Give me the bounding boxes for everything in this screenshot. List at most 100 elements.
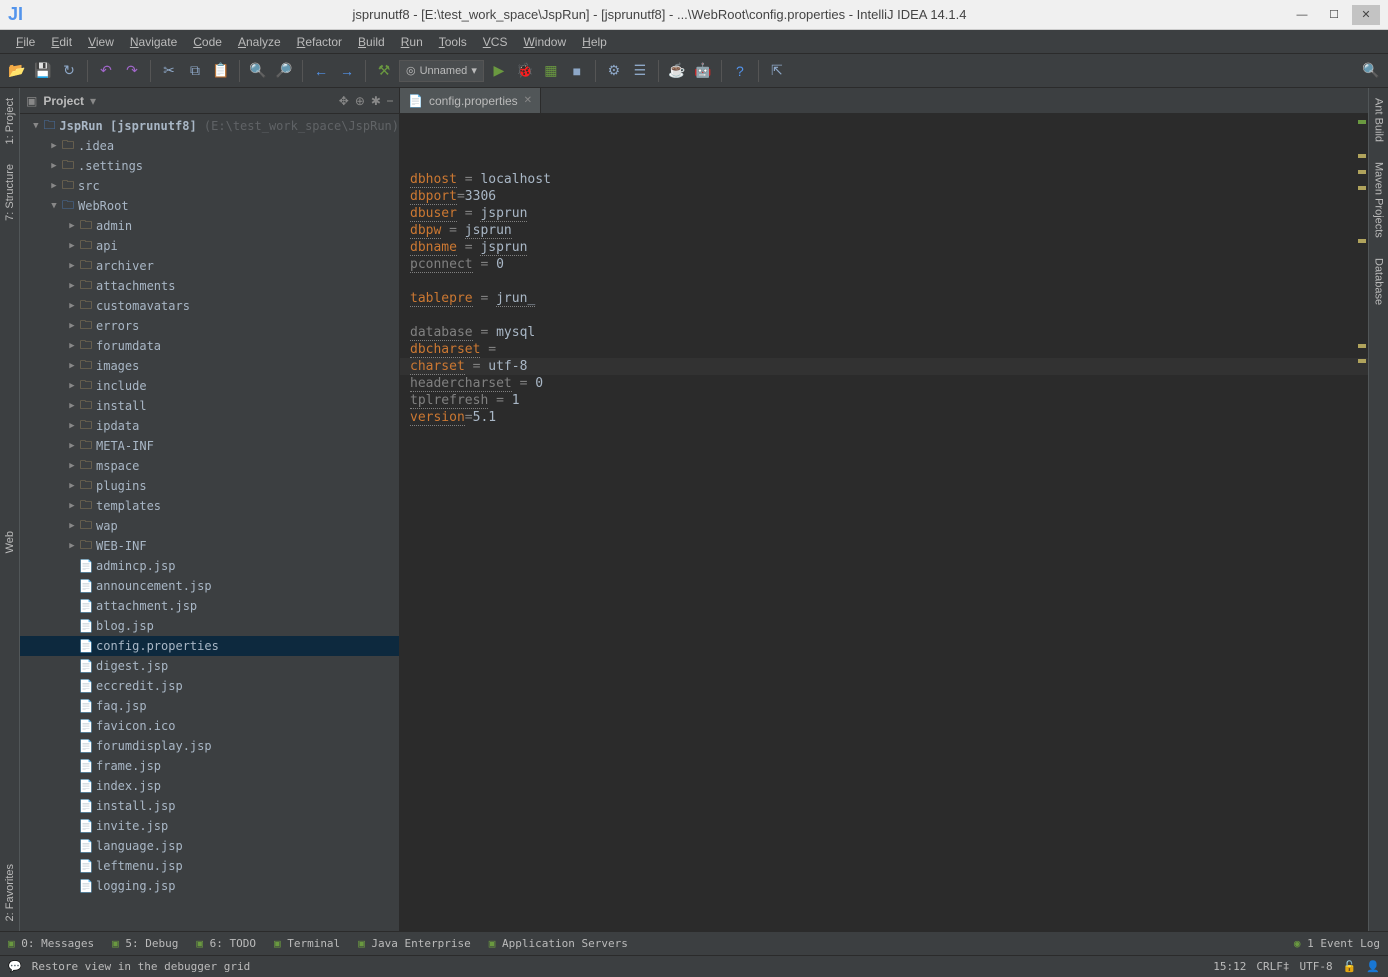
tree-item-META-INF[interactable]: ▶🗀META-INF [20,436,399,456]
tree-item-plugins[interactable]: ▶🗀plugins [20,476,399,496]
tree-file-admincp-jsp[interactable]: 📄admincp.jsp [20,556,399,576]
tree-file-index-jsp[interactable]: 📄index.jsp [20,776,399,796]
menu-vcs[interactable]: VCS [475,33,516,51]
tree-file-faq-jsp[interactable]: 📄faq.jsp [20,696,399,716]
gear-icon[interactable]: ✱ [371,94,381,108]
tree-file-favicon-ico[interactable]: 📄favicon.ico [20,716,399,736]
bottom-tab-terminal[interactable]: ▣ Terminal [274,937,340,950]
tree-file-language-jsp[interactable]: 📄language.jsp [20,836,399,856]
stop-icon[interactable]: ■ [566,60,588,82]
gutter-tab--project[interactable]: 1: Project [2,88,18,154]
menu-run[interactable]: Run [393,33,431,51]
project-structure-icon[interactable]: ☰ [629,60,651,82]
debug-icon[interactable]: 🐞 [514,60,536,82]
menu-view[interactable]: View [80,33,122,51]
redo-icon[interactable]: ↷ [121,60,143,82]
menu-help[interactable]: Help [574,33,615,51]
tree-item-ipdata[interactable]: ▶🗀ipdata [20,416,399,436]
menu-analyze[interactable]: Analyze [230,33,289,51]
tree-file-logging-jsp[interactable]: 📄logging.jsp [20,876,399,896]
minimize-button[interactable]: — [1288,5,1316,25]
tree-item-mspace[interactable]: ▶🗀mspace [20,456,399,476]
bottom-tab-5-debug[interactable]: ▣ 5: Debug [112,937,178,950]
tree-root[interactable]: ▼🗀JspRun [jsprunutf8] (E:\test_work_spac… [20,116,399,136]
menu-build[interactable]: Build [350,33,393,51]
tree-item-customavatars[interactable]: ▶🗀customavatars [20,296,399,316]
run-config-dropdown[interactable]: ◎ Unnamed ▾ [399,60,484,82]
menu-navigate[interactable]: Navigate [122,33,185,51]
menu-edit[interactable]: Edit [43,33,80,51]
tree-item-.settings[interactable]: ▶🗀.settings [20,156,399,176]
gutter-tab-web[interactable]: Web [2,521,18,563]
tree-item-images[interactable]: ▶🗀images [20,356,399,376]
open-icon[interactable]: 📂 [6,60,28,82]
collapse-icon[interactable]: ✥ [339,94,349,108]
coverage-icon[interactable]: ▦ [540,60,562,82]
tree-file-install-jsp[interactable]: 📄install.jsp [20,796,399,816]
tree-file-announcement-jsp[interactable]: 📄announcement.jsp [20,576,399,596]
gutter-tab--structure[interactable]: 7: Structure [2,154,18,231]
help-icon[interactable]: ? [729,60,751,82]
run-icon[interactable]: ▶ [488,60,510,82]
tree-file-attachment-jsp[interactable]: 📄attachment.jsp [20,596,399,616]
bottom-tab-6-todo[interactable]: ▣ 6: TODO [196,937,256,950]
editor-tab-config[interactable]: 📄 config.properties ✕ [400,88,541,113]
tree-item-wap[interactable]: ▶🗀wap [20,516,399,536]
locate-icon[interactable]: ⊕ [355,94,365,108]
tree-item-webroot[interactable]: ▼🗀WebRoot [20,196,399,216]
maximize-button[interactable]: ☐ [1320,5,1348,25]
event-log[interactable]: ◉ 1 Event Log [1294,937,1380,950]
caret-position[interactable]: 15:12 [1213,960,1246,973]
search-everywhere-icon[interactable]: 🔍 [1360,60,1382,82]
copy-icon[interactable]: ⧉ [184,60,206,82]
tree-item-errors[interactable]: ▶🗀errors [20,316,399,336]
tree-item-.idea[interactable]: ▶🗀.idea [20,136,399,156]
menu-code[interactable]: Code [185,33,230,51]
gutter-tab--favorites[interactable]: 2: Favorites [2,854,18,931]
tree-item-src[interactable]: ▶🗀src [20,176,399,196]
tree-file-digest-jsp[interactable]: 📄digest.jsp [20,656,399,676]
menu-refactor[interactable]: Refactor [289,33,350,51]
tree-item-attachments[interactable]: ▶🗀attachments [20,276,399,296]
save-icon[interactable]: 💾 [32,60,54,82]
bottom-tab-0-messages[interactable]: ▣ 0: Messages [8,937,94,950]
forward-icon[interactable]: → [336,60,358,82]
back-icon[interactable]: ← [310,60,332,82]
tree-file-invite-jsp[interactable]: 📄invite.jsp [20,816,399,836]
tree-file-blog-jsp[interactable]: 📄blog.jsp [20,616,399,636]
settings-icon[interactable]: ⚙ [603,60,625,82]
menu-tools[interactable]: Tools [431,33,475,51]
chevron-down-icon[interactable]: ▾ [90,94,96,108]
bottom-tab-application-servers[interactable]: ▣ Application Servers [489,937,628,950]
tree-file-forumdisplay-jsp[interactable]: 📄forumdisplay.jsp [20,736,399,756]
inspections-icon[interactable]: 👤 [1366,960,1380,973]
tree-item-WEB-INF[interactable]: ▶🗀WEB-INF [20,536,399,556]
line-separator[interactable]: CRLF‡ [1256,960,1289,973]
bottom-tab-java-enterprise[interactable]: ▣ Java Enterprise [358,937,471,950]
close-tab-icon[interactable]: ✕ [524,95,532,106]
project-tree[interactable]: ▼🗀JspRun [jsprunutf8] (E:\test_work_spac… [20,114,399,931]
export-icon[interactable]: ⇱ [766,60,788,82]
tree-item-include[interactable]: ▶🗀include [20,376,399,396]
build-icon[interactable]: ⚒ [373,60,395,82]
android-icon[interactable]: 🤖 [692,60,714,82]
tree-file-config-properties[interactable]: 📄config.properties [20,636,399,656]
sdk-icon[interactable]: ☕ [666,60,688,82]
sync-icon[interactable]: ↻ [58,60,80,82]
tree-item-api[interactable]: ▶🗀api [20,236,399,256]
paste-icon[interactable]: 📋 [210,60,232,82]
code-editor[interactable]: dbhost = localhostdbport=3306dbuser = js… [400,114,1368,931]
tree-item-admin[interactable]: ▶🗀admin [20,216,399,236]
replace-icon[interactable]: 🔎 [273,60,295,82]
undo-icon[interactable]: ↶ [95,60,117,82]
tree-item-forumdata[interactable]: ▶🗀forumdata [20,336,399,356]
menu-window[interactable]: Window [515,33,574,51]
file-encoding[interactable]: UTF-8 [1299,960,1332,973]
tree-item-archiver[interactable]: ▶🗀archiver [20,256,399,276]
tree-file-eccredit-jsp[interactable]: 📄eccredit.jsp [20,676,399,696]
cut-icon[interactable]: ✂ [158,60,180,82]
hide-icon[interactable]: ⎯ [387,93,393,108]
menu-file[interactable]: File [8,33,43,51]
tree-item-install[interactable]: ▶🗀install [20,396,399,416]
close-button[interactable]: ✕ [1352,5,1380,25]
